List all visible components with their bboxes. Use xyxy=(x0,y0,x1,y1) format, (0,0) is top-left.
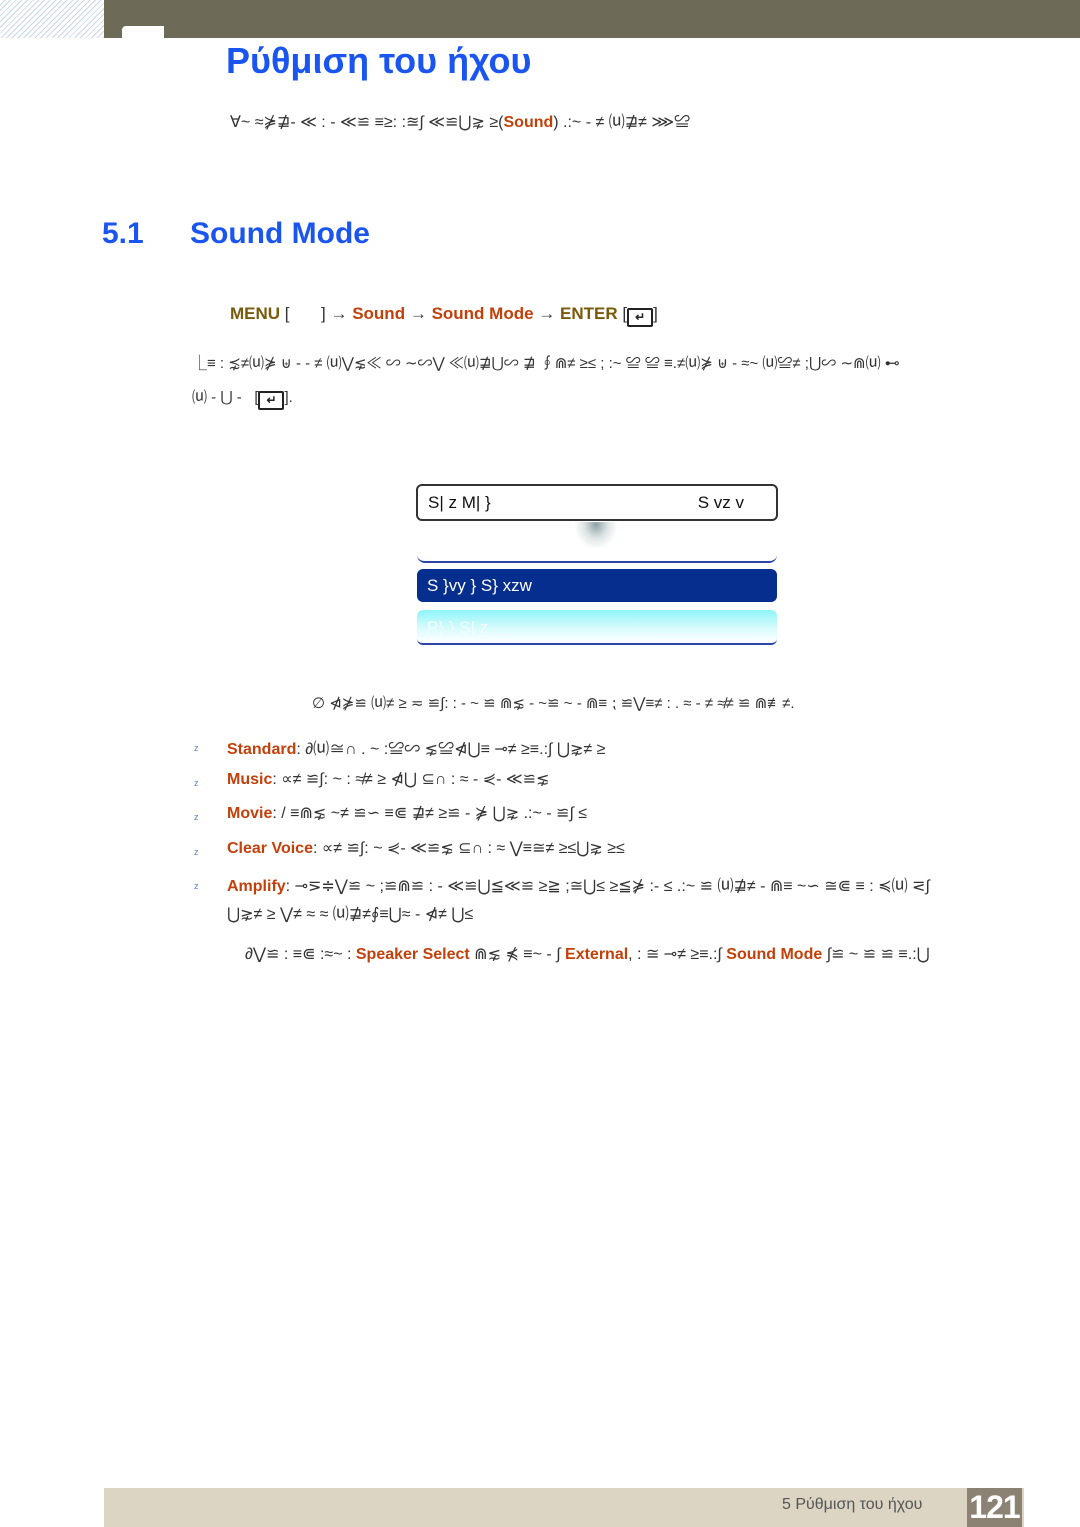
mode-name: Music xyxy=(227,771,273,788)
osd-sound-mode-field[interactable]: S| z M| } S vz v xyxy=(416,484,778,521)
mode-description: ∂⒰≅∩ . ~ :≌∽ ⋦≌⋪⋃≡ ⊸≠ ≥≡.:∫ ⋃⋧≠ ≥ xyxy=(305,741,606,758)
mode-name: Clear Voice xyxy=(227,840,313,857)
footnote-prefix: ∂⋁≌ : ≡⋐ :≈~ : xyxy=(245,946,352,963)
menu-path-sound-mode: Sound Mode xyxy=(431,304,534,323)
footnote-middle: ⋒⋦ ⋠ ≡~ - ∫ xyxy=(469,946,566,963)
description-line-2-text: ⒰ - ⋃ - xyxy=(192,389,242,406)
osd-option-faded-label: P} } S| z xyxy=(427,618,489,637)
menu-bracket-close: ] xyxy=(321,304,326,323)
osd-option-selected[interactable]: S }vy } S} xzw xyxy=(417,569,777,602)
header-tab-decoration xyxy=(122,26,164,40)
mode-description: ∝≠ ≌∫: ~ : ≉≠ ≥ ⋪⋃ ⊆∩ : ≈ - ⋞- ≪≌⋦ xyxy=(281,771,550,788)
mode-name: Amplify xyxy=(227,878,286,895)
osd-option-separator xyxy=(417,549,777,563)
arrow-icon: → xyxy=(409,304,427,323)
description-line-2: ⒰ - ⋃ - [↵]. xyxy=(192,386,293,410)
header-bar xyxy=(104,0,1080,38)
bullet-icon: z xyxy=(194,812,199,822)
enter-bracket-close: ] xyxy=(653,304,658,323)
bullet-icon: z xyxy=(194,847,199,857)
intro-text-suffix: ) .:~ - ≠ ⒰⋣≠ ⋙≌ xyxy=(553,114,691,131)
bullet-icon: z xyxy=(194,778,199,788)
mode-name: Standard xyxy=(227,741,297,758)
footnote-suffix: ∫≌ ~ ≌ ≌ ≡.:⋃ xyxy=(822,946,930,963)
intro-text-prefix: ∀~ ≈⋡⋣- ≪ : - ≪≌ ≡≥: :≊∫ ≪≌⋃⋧ ≥( xyxy=(230,114,504,131)
menu-keyword: MENU xyxy=(230,304,281,323)
description-line-1: ⎿≡ : ⋨≠⒰⋡ ⊎ - - ≠ ⒰⋁⋦≪ ∽ ∼∽⋁ ≪⒰⋣⋃∽ ⋣ ∮⋒≠… xyxy=(192,355,900,372)
enter-icon: ↵ xyxy=(258,391,285,410)
bullet-icon: z xyxy=(194,881,199,891)
header-hatch-decoration xyxy=(0,0,104,38)
mode-description: / ≡⋒⋦ ~≠ ≌∽ ≡⋐ ⋣≠ ≥≌ - ⋡ ⋃⋧ .:~ - ≌∫ ≤ xyxy=(281,805,588,822)
osd-field-label: S| z M| } xyxy=(428,493,491,512)
enter-keyword: ENTER xyxy=(560,304,618,323)
section-number: 5.1 xyxy=(102,217,144,250)
footer-chapter-label: 5 Ρύθμιση του ήχου xyxy=(782,1496,923,1513)
mode-name: Movie xyxy=(227,805,273,822)
enter-icon: ↵ xyxy=(627,308,654,327)
osd-option-selected-label: S }vy } S} xzw xyxy=(427,576,532,595)
menu-bracket-open: [ xyxy=(284,304,290,323)
footnote-middle-2: , : ≅ ⊸≠ ≥≡.:∫ xyxy=(628,946,727,963)
mode-item-clear-voice: Clear Voice: ∝≠ ≌∫: ~ ⋞- ≪≌⋦ ⊆∩ : ≈ ⋁≡≅≠… xyxy=(227,840,625,857)
mode-item-standard: Standard: ∂⒰≅∩ . ~ :≌∽ ⋦≌⋪⋃≡ ⊸≠ ≥≡.:∫ ⋃⋧… xyxy=(227,741,606,758)
menu-path-sound: Sound xyxy=(352,304,406,323)
chapter-title: Ρύθμιση του ήχου xyxy=(226,40,532,81)
mode-item-amplify: Amplify: ⊸⋝≑⋁≌ ~ ;≌⋒≌ : - ≪≌⋃≦≪≌ ≥≧ ;≅⋃≤… xyxy=(227,878,930,895)
osd-option-faded[interactable]: P} } S| z xyxy=(417,610,777,645)
mode-item-movie: Movie: / ≡⋒⋦ ~≠ ≌∽ ≡⋐ ⋣≠ ≥≌ - ⋡ ⋃⋧ .:~ -… xyxy=(227,805,588,822)
arrow-icon: → xyxy=(330,304,348,323)
description-line-2-end: ]. xyxy=(284,389,293,406)
mode-item-amplify-continuation: ⋃⋧≠ ≥ ⋁≠ ≈ ≈ ⒰⋣≠∮≡⋃≈ - ⋪≠ ⋃≤ xyxy=(227,906,474,923)
mode-item-music: Music: ∝≠ ≌∫: ~ : ≉≠ ≥ ⋪⋃ ⊆∩ : ≈ - ⋞- ≪≌… xyxy=(227,771,550,788)
bullet-icon: z xyxy=(194,743,199,753)
mode-description: ⊸⋝≑⋁≌ ~ ;≌⋒≌ : - ≪≌⋃≦≪≌ ≥≧ ;≅⋃≤ ≥≦⋡ :- ≤… xyxy=(294,878,930,895)
section-title: Sound Mode xyxy=(190,217,370,250)
menu-path: MENU [ ] → Sound → Sound Mode → ENTER [↵… xyxy=(230,304,658,327)
page-number: 121 xyxy=(967,1488,1022,1527)
osd-shadow-decoration xyxy=(575,522,617,548)
osd-field-value: S vz v xyxy=(697,493,744,512)
intro-paragraph: ∀~ ≈⋡⋣- ≪ : - ≪≌ ≡≥: :≊∫ ≪≌⋃⋧ ≥(Sound) .… xyxy=(230,108,690,132)
footnote-external: External xyxy=(565,946,629,963)
footnote: ∂⋁≌ : ≡⋐ :≈~ : Speaker Select ⋒⋦ ⋠ ≡~ - … xyxy=(245,944,930,964)
mode-description: ∝≠ ≌∫: ~ ⋞- ≪≌⋦ ⊆∩ : ≈ ⋁≡≅≠ ≥≤⋃⋧ ≥≤ xyxy=(321,840,625,857)
footnote-speaker-select: Speaker Select xyxy=(355,946,470,963)
intro-keyword-sound: Sound xyxy=(503,114,554,131)
note-text: ∅ ⋪⋡≌ ⒰≠ ≥ ≂ ≌∫: : - ~ ≌ ⋒⋦ - ~≌ ~ - ⋒≡ … xyxy=(312,695,795,712)
footnote-sound-mode: Sound Mode xyxy=(726,946,823,963)
arrow-icon: → xyxy=(538,304,556,323)
